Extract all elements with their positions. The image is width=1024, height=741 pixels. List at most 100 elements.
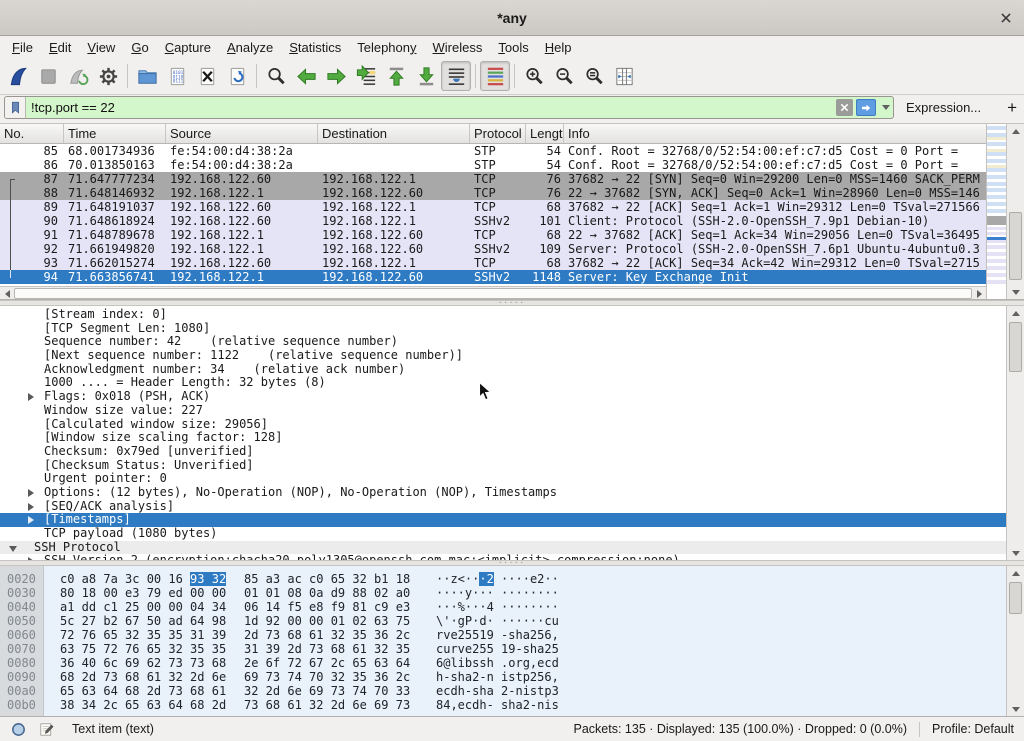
- zoom-in-button[interactable]: [519, 61, 549, 91]
- filter-input[interactable]: [26, 100, 836, 115]
- hex-ascii[interactable]: curve255 19-sha25: [436, 642, 559, 656]
- packet-list-hscrollbar[interactable]: [0, 286, 986, 300]
- expert-info-button[interactable]: [8, 719, 28, 739]
- zoom-original-button[interactable]: [579, 61, 609, 91]
- menu-analyze[interactable]: Analyze: [219, 38, 281, 57]
- detail-row[interactable]: Urgent pointer: 0: [0, 472, 1006, 486]
- expander-open-icon[interactable]: [9, 546, 17, 552]
- auto-scroll-button[interactable]: [441, 61, 471, 91]
- packet-list-vscrollbar[interactable]: [1006, 124, 1024, 299]
- packet-row-92[interactable]: 9271.661949820192.168.122.1192.168.122.6…: [0, 242, 986, 256]
- capture-options-button[interactable]: [93, 61, 123, 91]
- packet-row-90[interactable]: 9071.648618924192.168.122.60192.168.122.…: [0, 214, 986, 228]
- detail-row[interactable]: [Stream index: 0]: [0, 308, 1006, 322]
- detail-row[interactable]: [Window size scaling factor: 128]: [0, 431, 1006, 445]
- menu-capture[interactable]: Capture: [157, 38, 219, 57]
- detail-row[interactable]: [Calculated window size: 29056]: [0, 418, 1006, 432]
- hex-row-0080[interactable]: 008036 40 6c 69 62 73 73 682e 6f 72 67 2…: [0, 656, 1006, 670]
- hex-bytes[interactable]: 31 39 2d 73 68 61 32 35: [244, 642, 416, 656]
- expression-button[interactable]: Expression...: [906, 100, 981, 115]
- packet-list-minimap[interactable]: [986, 124, 1006, 300]
- packet-row-89[interactable]: 8971.648191037192.168.122.60192.168.122.…: [0, 200, 986, 214]
- hex-bytes[interactable]: 2e 6f 72 67 2c 65 63 64: [244, 656, 416, 670]
- column-header-no[interactable]: No.: [0, 124, 64, 143]
- column-header-protocol[interactable]: Protocol: [470, 124, 526, 143]
- detail-row[interactable]: Acknowledgment number: 34 (relative ack …: [0, 363, 1006, 377]
- filter-apply-button[interactable]: [856, 99, 876, 116]
- hex-row-00a0[interactable]: 00a065 63 64 68 2d 73 68 6132 2d 6e 69 7…: [0, 684, 1006, 698]
- vscroll-thumb[interactable]: [1009, 582, 1022, 614]
- detail-row[interactable]: SSH Protocol: [0, 541, 1006, 555]
- hex-row-00b0[interactable]: 00b038 34 2c 65 63 64 68 2d73 68 61 32 2…: [0, 698, 1006, 712]
- detail-row[interactable]: [Next sequence number: 1122 (relative se…: [0, 349, 1006, 363]
- hex-row-0040[interactable]: 0040a1 dd c1 25 00 00 04 3406 14 f5 e8 f…: [0, 600, 1006, 614]
- hex-ascii[interactable]: ···%···4 ········: [436, 600, 559, 614]
- hex-ascii[interactable]: ··z<···2 ····e2··: [436, 572, 559, 586]
- detail-row[interactable]: Window size value: 227: [0, 404, 1006, 418]
- zoom-out-button[interactable]: [549, 61, 579, 91]
- hex-bytes[interactable]: a1 dd c1 25 00 00 04 34: [60, 600, 232, 614]
- packet-row-88[interactable]: 8871.648146932192.168.122.1192.168.122.6…: [0, 186, 986, 200]
- capture-comment-button[interactable]: [36, 719, 56, 739]
- menu-tools[interactable]: Tools: [490, 38, 536, 57]
- detail-row[interactable]: 1000 .... = Header Length: 32 bytes (8): [0, 376, 1006, 390]
- menu-help[interactable]: Help: [537, 38, 580, 57]
- status-profile[interactable]: Profile: Default: [932, 722, 1014, 736]
- scroll-down-button[interactable]: [1007, 285, 1024, 299]
- bytes-vscrollbar[interactable]: [1006, 566, 1024, 716]
- hex-row-0060[interactable]: 006072 76 65 32 35 35 31 392d 73 68 61 3…: [0, 628, 1006, 642]
- go-forward-button[interactable]: [321, 61, 351, 91]
- go-to-packet-button[interactable]: [351, 61, 381, 91]
- column-header-length[interactable]: Length: [526, 124, 564, 143]
- detail-row[interactable]: Options: (12 bytes), No-Operation (NOP),…: [0, 486, 1006, 500]
- hex-bytes[interactable]: 38 34 2c 65 63 64 68 2d: [60, 698, 232, 712]
- scroll-up-button[interactable]: [1007, 306, 1024, 320]
- column-header-destination[interactable]: Destination: [318, 124, 470, 143]
- detail-row[interactable]: Sequence number: 42 (relative sequence n…: [0, 335, 1006, 349]
- menu-go[interactable]: Go: [123, 38, 156, 57]
- hex-bytes[interactable]: 36 40 6c 69 62 73 73 68: [60, 656, 232, 670]
- hex-bytes[interactable]: 2d 73 68 61 32 35 36 2c: [244, 628, 416, 642]
- column-header-source[interactable]: Source: [166, 124, 318, 143]
- hex-row-0020[interactable]: 0020c0 a8 7a 3c 00 16 93 3285 a3 ac c0 6…: [0, 572, 1006, 586]
- scroll-left-button[interactable]: [0, 287, 14, 300]
- menu-edit[interactable]: Edit: [41, 38, 79, 57]
- filter-clear-button[interactable]: [836, 99, 853, 116]
- menu-view[interactable]: View: [79, 38, 123, 57]
- titlebar[interactable]: *any: [0, 0, 1024, 36]
- detail-row[interactable]: [Timestamps]: [0, 513, 1006, 527]
- hex-row-0070[interactable]: 007063 75 72 76 65 32 35 3531 39 2d 73 6…: [0, 642, 1006, 656]
- detail-row[interactable]: [Checksum Status: Unverified]: [0, 459, 1006, 473]
- hex-bytes[interactable]: 69 73 74 70 32 35 36 2c: [244, 670, 416, 684]
- hex-ascii[interactable]: ····y··· ········: [436, 586, 559, 600]
- go-back-button[interactable]: [291, 61, 321, 91]
- vscroll-thumb[interactable]: [1009, 322, 1022, 372]
- hex-ascii[interactable]: 6@libssh .org,ecd: [436, 656, 559, 670]
- hex-row-0030[interactable]: 003080 18 00 e3 79 ed 00 0001 01 08 0a d…: [0, 586, 1006, 600]
- scroll-down-button[interactable]: [1007, 546, 1024, 560]
- hex-ascii[interactable]: h-sha2-n istp256,: [436, 670, 559, 684]
- go-first-button[interactable]: [381, 61, 411, 91]
- open-file-button[interactable]: [132, 61, 162, 91]
- filter-dropdown-caret[interactable]: [878, 97, 893, 118]
- add-filter-button[interactable]: +: [1001, 98, 1023, 118]
- filter-bookmark-button[interactable]: [5, 97, 26, 118]
- save-file-button[interactable]: 010101100111: [162, 61, 192, 91]
- packet-row-87[interactable]: 8771.647777234192.168.122.60192.168.122.…: [0, 172, 986, 186]
- scroll-down-button[interactable]: [1007, 702, 1024, 716]
- hex-bytes[interactable]: 73 68 61 32 2d 6e 69 73: [244, 698, 416, 712]
- column-header-time[interactable]: Time: [64, 124, 166, 143]
- hex-bytes[interactable]: 1d 92 00 00 01 02 63 75: [244, 614, 416, 628]
- packet-row-93[interactable]: 9371.662015274192.168.122.60192.168.122.…: [0, 256, 986, 270]
- hex-bytes[interactable]: 01 01 08 0a d9 88 02 a0: [244, 586, 416, 600]
- resize-columns-button[interactable]: [609, 61, 639, 91]
- packet-row-85[interactable]: 8568.001734936fe:54:00:d4:38:2aSTP54Conf…: [0, 144, 986, 158]
- detail-row[interactable]: [TCP Segment Len: 1080]: [0, 322, 1006, 336]
- detail-row[interactable]: Flags: 0x018 (PSH, ACK): [0, 390, 1006, 404]
- reload-file-button[interactable]: [222, 61, 252, 91]
- hex-bytes[interactable]: c0 a8 7a 3c 00 16 93 32: [60, 572, 232, 586]
- hex-bytes[interactable]: 06 14 f5 e8 f9 81 c9 e3: [244, 600, 416, 614]
- hex-ascii[interactable]: 84,ecdh- sha2-nis: [436, 698, 559, 712]
- hex-bytes[interactable]: 32 2d 6e 69 73 74 70 33: [244, 684, 416, 698]
- stop-capture-button[interactable]: [33, 61, 63, 91]
